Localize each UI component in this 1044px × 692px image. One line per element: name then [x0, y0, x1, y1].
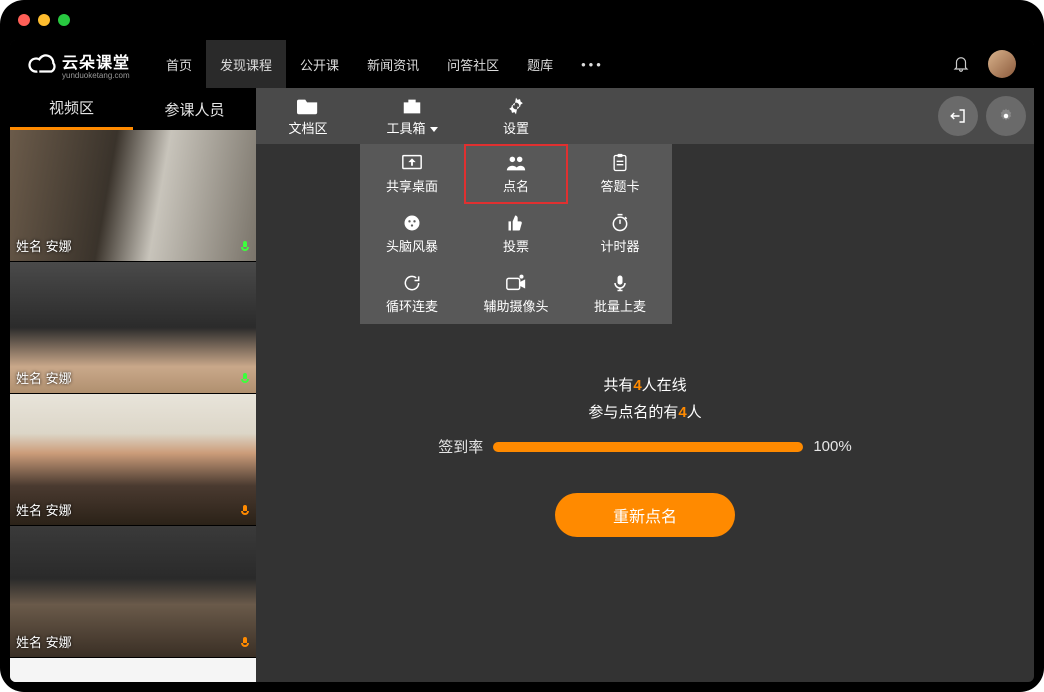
nav-more[interactable]: •••: [567, 40, 618, 88]
chevron-down-icon: [430, 127, 438, 132]
toolbar-label: 工具箱: [386, 118, 437, 137]
batch-mic-icon: [609, 273, 631, 293]
tool-timer[interactable]: 计时器: [568, 204, 672, 264]
checkin-rate-label: 签到率: [438, 436, 483, 457]
rotate-mic-icon: [401, 273, 423, 293]
nav-right: [952, 50, 1016, 78]
app-body: 视频区 参课人员 姓名 安娜 姓名 安娜: [10, 88, 1034, 682]
tool-share-screen[interactable]: 共享桌面: [360, 144, 464, 204]
timer-icon: [609, 213, 631, 233]
participant-name: 姓名 安娜: [16, 368, 72, 387]
video-tile[interactable]: 姓名 安娜: [10, 526, 256, 658]
tool-label: 共享桌面: [386, 176, 438, 195]
sidebar: 视频区 参课人员 姓名 安娜 姓名 安娜: [10, 88, 256, 682]
nav-news[interactable]: 新闻资讯: [353, 40, 433, 88]
nav-links: 首页 发现课程 公开课 新闻资讯 问答社区 题库 •••: [152, 40, 618, 88]
redo-rollcall-button[interactable]: 重新点名: [555, 493, 735, 537]
sidebar-tabs: 视频区 参课人员: [10, 88, 256, 130]
nav-home[interactable]: 首页: [152, 40, 206, 88]
gear-icon: [505, 96, 527, 116]
participant-name: 姓名 安娜: [16, 500, 72, 519]
close-window-dot[interactable]: [18, 14, 30, 26]
video-list: 姓名 安娜 姓名 安娜 姓名 安娜 姓名: [10, 130, 256, 682]
participant-name: 姓名 安娜: [16, 632, 72, 651]
maximize-window-dot[interactable]: [58, 14, 70, 26]
tool-answer-card[interactable]: 答题卡: [568, 144, 672, 204]
participated-count-line: 参与点名的有4人: [588, 401, 701, 422]
checkin-rate-row: 签到率 100%: [438, 436, 851, 457]
main-toolbar: 文档区 工具箱 设置: [256, 88, 1034, 144]
exit-icon: [949, 107, 967, 125]
user-avatar[interactable]: [988, 50, 1016, 78]
tool-label: 批量上麦: [594, 296, 646, 315]
tool-label: 投票: [503, 236, 529, 255]
cloud-logo-icon: [28, 49, 58, 79]
video-tile-empty: [10, 658, 256, 682]
checkin-progress-bar: [493, 442, 803, 452]
tool-label: 辅助摄像头: [483, 296, 548, 315]
brainstorm-icon: [401, 213, 423, 233]
toolbar-label: 设置: [503, 118, 529, 137]
main-area: 文档区 工具箱 设置: [256, 88, 1034, 682]
logo-subtext: yunduoketang.com: [62, 71, 130, 80]
tool-label: 答题卡: [600, 176, 639, 195]
minimize-window-dot[interactable]: [38, 14, 50, 26]
gear-icon: [997, 107, 1015, 125]
tool-label: 计时器: [600, 236, 639, 255]
toolbox-dropdown: 共享桌面 点名 答题卡 头脑风暴: [360, 144, 672, 324]
mic-icon: [240, 373, 250, 387]
toolbar-toolbox[interactable]: 工具箱: [360, 88, 464, 144]
mic-icon: [240, 637, 250, 651]
exit-button[interactable]: [938, 96, 978, 136]
participant-name: 姓名 安娜: [16, 236, 72, 255]
aux-camera-icon: [505, 273, 527, 293]
mic-icon: [240, 241, 250, 255]
tab-video-area[interactable]: 视频区: [10, 88, 133, 130]
toolbar-label: 文档区: [288, 118, 327, 137]
tool-batch-mic[interactable]: 批量上麦: [568, 264, 672, 324]
tool-rotate-mic[interactable]: 循环连麦: [360, 264, 464, 324]
video-tile[interactable]: 姓名 安娜: [10, 130, 256, 262]
app-window: 云朵课堂 yunduoketang.com 首页 发现课程 公开课 新闻资讯 问…: [0, 0, 1044, 692]
online-count-line: 共有4人在线: [603, 374, 686, 395]
settings-round-button[interactable]: [986, 96, 1026, 136]
toolbox-icon: [401, 96, 423, 116]
folder-icon: [297, 96, 319, 116]
tab-participants[interactable]: 参课人员: [133, 88, 256, 130]
share-screen-icon: [401, 153, 423, 173]
video-thumbnail: [10, 658, 256, 682]
tool-rollcall[interactable]: 点名: [464, 144, 568, 204]
nav-qa[interactable]: 问答社区: [433, 40, 513, 88]
tool-label: 头脑风暴: [386, 236, 438, 255]
nav-question-bank[interactable]: 题库: [513, 40, 567, 88]
checkin-rate-value: 100%: [813, 438, 851, 455]
video-tile[interactable]: 姓名 安娜: [10, 262, 256, 394]
window-traffic-lights: [18, 14, 70, 26]
video-tile[interactable]: 姓名 安娜: [10, 394, 256, 526]
logo-text: 云朵课堂: [62, 49, 130, 73]
answer-card-icon: [609, 153, 631, 173]
toolbar-documents[interactable]: 文档区: [256, 88, 360, 144]
tool-brainstorm[interactable]: 头脑风暴: [360, 204, 464, 264]
bell-icon: [952, 54, 970, 72]
vote-icon: [505, 213, 527, 233]
notifications-button[interactable]: [952, 54, 970, 75]
toolbar-settings[interactable]: 设置: [464, 88, 568, 144]
tool-aux-camera[interactable]: 辅助摄像头: [464, 264, 568, 324]
tool-label: 点名: [503, 176, 529, 195]
app-frame: 云朵课堂 yunduoketang.com 首页 发现课程 公开课 新闻资讯 问…: [10, 40, 1034, 682]
logo[interactable]: 云朵课堂 yunduoketang.com: [28, 49, 130, 80]
nav-open-courses[interactable]: 公开课: [286, 40, 353, 88]
nav-discover-courses[interactable]: 发现课程: [206, 40, 286, 88]
tool-vote[interactable]: 投票: [464, 204, 568, 264]
mic-icon: [240, 505, 250, 519]
top-nav: 云朵课堂 yunduoketang.com 首页 发现课程 公开课 新闻资讯 问…: [10, 40, 1034, 88]
rollcall-icon: [505, 153, 527, 173]
tool-label: 循环连麦: [386, 296, 438, 315]
